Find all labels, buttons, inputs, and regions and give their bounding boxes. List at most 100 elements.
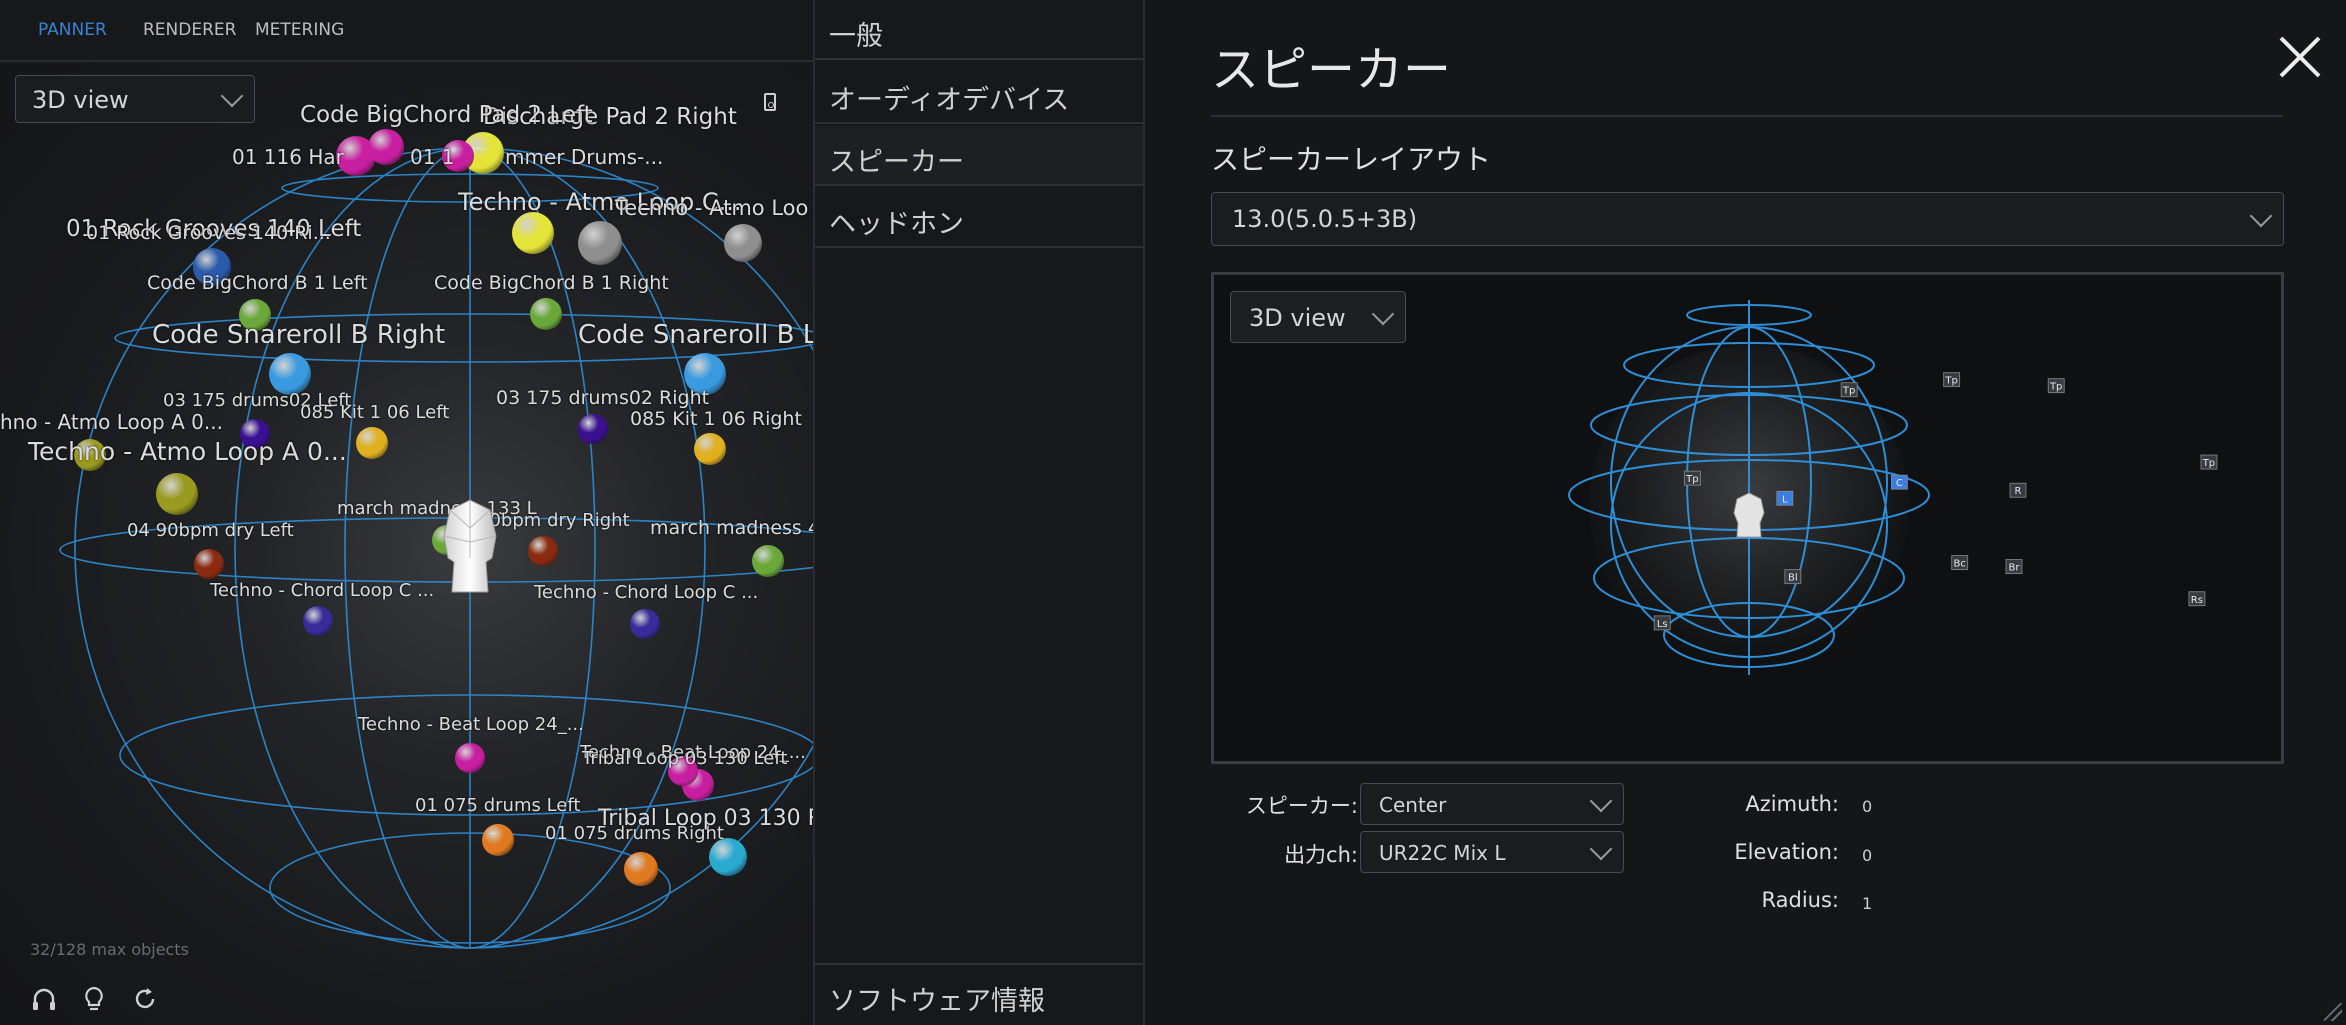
object-sphere[interactable] [752, 545, 784, 577]
object-sphere[interactable] [693, 432, 726, 465]
svg-text:Tp: Tp [2202, 458, 2215, 469]
speaker-marker[interactable]: Tp [2047, 378, 2065, 394]
azimuth-label: Azimuth: [1745, 792, 1839, 816]
speaker-marker[interactable]: Br [2005, 559, 2023, 575]
speaker-marker[interactable]: Tp [1683, 470, 1701, 486]
svg-text:Bc: Bc [1954, 559, 1966, 570]
object-label: Code BigChord B 1 Right [434, 272, 669, 294]
panner-panel: PANNER RENDERER METERING 3D view Dischar… [0, 0, 813, 1025]
tab-metering[interactable]: METERING [255, 20, 344, 40]
speaker-marker[interactable]: Tp [2200, 454, 2218, 470]
elevation-label: Elevation: [1734, 840, 1839, 864]
object-label: hno - Atmo Loop A 0... [0, 410, 223, 434]
object-sphere[interactable] [303, 606, 333, 636]
output-channel-label: 出力ch: [1284, 843, 1358, 867]
chevron-down-icon [1589, 789, 1613, 813]
object-sphere[interactable] [268, 352, 311, 395]
nav-item-label: スピーカー [829, 147, 964, 178]
speaker-settings-panel: スピーカー スピーカーレイアウト 13.0(5.0.5+3B) Tp Tp Tp… [1145, 0, 2346, 1025]
speaker-marker[interactable]: Tp [1943, 372, 1961, 388]
speaker-marker[interactable]: Bc [1951, 555, 1969, 570]
object-sphere[interactable] [356, 426, 388, 459]
object-sphere[interactable] [723, 224, 762, 262]
speaker-marker[interactable]: C [1891, 474, 1908, 490]
tab-renderer[interactable]: RENDERER [143, 20, 236, 40]
svg-text:Tp: Tp [1944, 376, 1957, 387]
svg-text:Tp: Tp [2049, 382, 2062, 393]
object-sphere[interactable] [623, 851, 658, 886]
speaker-marker[interactable]: Rs [2188, 591, 2206, 607]
object-sphere[interactable] [367, 129, 404, 165]
object-sphere[interactable] [577, 414, 608, 444]
svg-text:Ls: Ls [1657, 619, 1668, 630]
nav-item-headphones[interactable]: ヘッドホン [815, 188, 1143, 248]
panner-view-select[interactable]: 3D view [15, 75, 255, 123]
object-label: Code Snareroll B Le [578, 320, 813, 350]
nav-item-general[interactable]: 一般 [815, 0, 1143, 60]
speaker-marker[interactable]: Ls [1653, 615, 1671, 631]
object-label: Code BigChord Pad 2 Left [300, 102, 593, 128]
preview-sphere[interactable]: Tp Tp Tp Tp Tp L C R Ls Rs Bl Bc Br [1214, 275, 2281, 761]
object-sphere[interactable] [482, 824, 514, 856]
object-sphere[interactable] [578, 221, 622, 265]
object-label: 04 90bpm dry Left [127, 520, 294, 541]
nav-item-label: ソフトウェア情報 [829, 986, 1045, 1017]
svg-text:C: C [1896, 478, 1903, 489]
object-label: Tribal Loop 03 130 Left [582, 748, 788, 769]
nav-item-software-info[interactable]: ソフトウェア情報 [815, 963, 1143, 1023]
object-label: Techno - Chord Loop C ... [534, 582, 759, 603]
object-sphere[interactable] [528, 535, 558, 566]
object-label: Techno - Beat Loop 24_... [358, 714, 584, 735]
panner-tab-bar: PANNER RENDERER METERING [0, 0, 813, 62]
nav-item-label: 一般 [829, 21, 883, 52]
resize-grip[interactable] [2324, 1003, 2342, 1021]
headphones-icon[interactable] [30, 985, 58, 1013]
close-icon[interactable] [2275, 32, 2325, 82]
object-sphere[interactable] [511, 211, 554, 254]
preview-view-select[interactable]: 3D view [1230, 291, 1406, 343]
object-sphere[interactable] [630, 609, 660, 639]
chevron-down-icon [1589, 837, 1613, 861]
object-label: 01 116 Har [232, 145, 344, 169]
object-sphere[interactable] [156, 472, 198, 515]
speaker-select-value: Center [1379, 793, 1447, 817]
nav-item-audio-device[interactable]: オーディオデバイス [815, 64, 1143, 124]
svg-text:Tp: Tp [1685, 474, 1698, 485]
nav-item-speaker[interactable]: スピーカー [815, 126, 1143, 186]
panner-view-select-value: 3D view [32, 86, 129, 114]
object-sphere[interactable] [530, 297, 562, 330]
speaker-layout-label: スピーカーレイアウト [1211, 143, 1492, 176]
speaker-marker[interactable]: Bl [1784, 569, 1802, 585]
chevron-down-icon [2249, 204, 2273, 228]
lightbulb-icon[interactable] [80, 985, 108, 1013]
object-label: 085 Kit 1 06 Left [300, 402, 450, 423]
speaker-marker[interactable]: R [2009, 482, 2027, 498]
preview-listener-head [1733, 492, 1765, 538]
tab-panner[interactable]: PANNER [38, 20, 107, 40]
speaker-marker[interactable]: L [1776, 490, 1794, 506]
object-label: 085 Kit 1 06 Right [630, 408, 802, 430]
svg-text:Tp: Tp [1842, 386, 1855, 397]
listener-head-icon [443, 499, 497, 593]
output-channel-value: UR22C Mix L [1379, 841, 1506, 865]
elevation-value: 0 [1862, 846, 1873, 865]
refresh-icon[interactable] [131, 985, 159, 1013]
output-channel-select[interactable]: UR22C Mix L [1360, 831, 1624, 873]
object-label: Code Snareroll B Right [152, 320, 446, 350]
speaker-layout-preview: Tp Tp Tp Tp Tp L C R Ls Rs Bl Bc Br 3D view [1211, 272, 2284, 764]
page-title: スピーカー [1211, 42, 1452, 98]
object-sphere[interactable] [193, 549, 224, 579]
speaker-layout-select[interactable]: 13.0(5.0.5+3B) [1211, 192, 2284, 246]
speaker-marker[interactable]: Tp [1840, 382, 1858, 398]
speaker-icon[interactable] [764, 93, 776, 111]
settings-nav: 一般 オーディオデバイス スピーカー ヘッドホン ソフトウェア情報 [813, 0, 1145, 1025]
speaker-select[interactable]: Center [1360, 783, 1624, 825]
object-label: Techno - Atmo Loop A 0... [28, 437, 347, 466]
max-objects-counter: 32/128 max objects [30, 940, 189, 959]
object-label: mmer Drums-... [505, 145, 664, 169]
object-label: 03 175 drums02 Right [496, 387, 710, 409]
speaker-field-label: スピーカー: [1245, 794, 1358, 818]
svg-text:Bl: Bl [1788, 573, 1798, 584]
object-sphere[interactable] [454, 742, 485, 773]
radius-label: Radius: [1761, 888, 1840, 912]
